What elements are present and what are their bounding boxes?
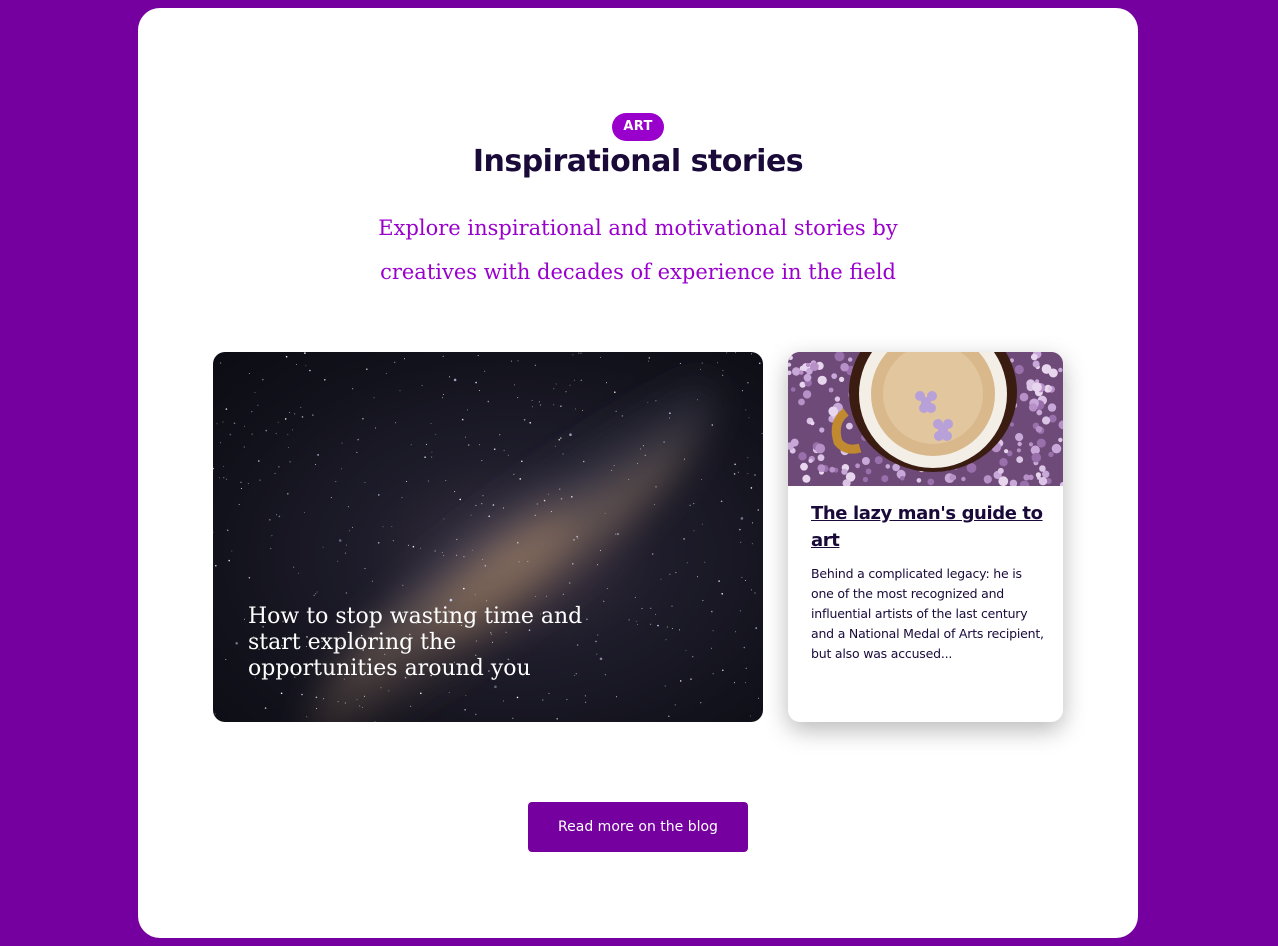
featured-post-title[interactable]: How to stop wasting time and start explo… [248, 604, 608, 682]
section-subtitle: Explore inspirational and motivational s… [378, 216, 898, 284]
section-title: Inspirational stories [472, 144, 804, 179]
read-more-button[interactable]: Read more on the blog [528, 802, 748, 852]
blog-section-card: ART Inspirational stories Explore inspir… [138, 8, 1138, 938]
category-tag[interactable]: ART [612, 113, 664, 141]
side-post-card[interactable]: The lazy man's guide to art Behind a com… [788, 352, 1063, 722]
side-post-excerpt: Behind a complicated legacy: he is one o… [811, 566, 1044, 661]
side-post-title-link[interactable]: The lazy man's guide to art [811, 500, 1046, 554]
featured-post-card[interactable]: How to stop wasting time and start explo… [213, 352, 763, 722]
coffee-lilac-image [788, 352, 1063, 486]
